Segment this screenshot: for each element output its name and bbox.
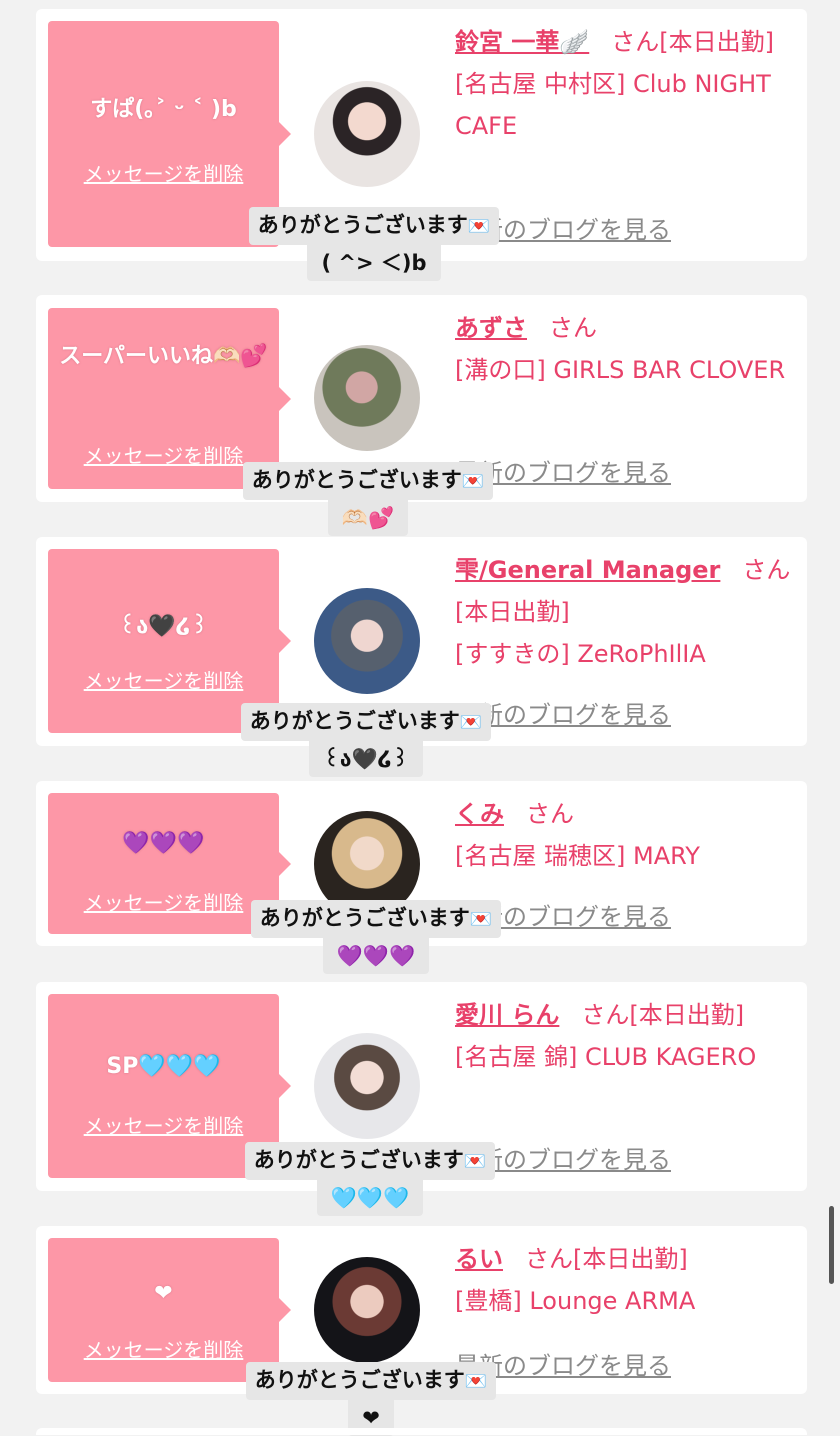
shop-info: [名古屋 中村区] Club NIGHT CAFE	[455, 70, 771, 140]
reply-bubble: ありがとうございます💌 ( ^> ＜)b	[216, 207, 532, 281]
delete-message-link[interactable]: メッセージを削除	[48, 665, 279, 694]
cast-info: くみ さん [名古屋 瑞穂区] MARY	[455, 793, 793, 877]
reply-emoji: ❤	[362, 1406, 380, 1430]
envelope-icon: 💌	[469, 909, 493, 930]
reply-text: ありがとうございます	[254, 1368, 465, 1392]
cast-name-link[interactable]: 愛川 らん	[455, 1001, 559, 1029]
cast-name-link[interactable]: くみ	[455, 800, 504, 828]
envelope-icon: 💌	[459, 712, 483, 733]
reply-emoji: 🫶🏻💕	[341, 506, 395, 530]
cast-name-link[interactable]: 雫/General Manager	[455, 556, 720, 584]
reply-bubble: ありがとうございます💌 🫶🏻💕	[210, 462, 526, 536]
cast-name-link[interactable]: るい	[455, 1245, 503, 1273]
status-line: [本日出勤]	[455, 598, 570, 626]
reply-bubble: ありがとうございます💌 ❤	[213, 1362, 529, 1436]
sent-message-text: 💜💜💜	[122, 831, 205, 856]
cast-name-link[interactable]: あずさ	[455, 314, 527, 342]
shop-info: [すすきの] ZeRoPhIlIA	[455, 640, 706, 668]
envelope-icon: 💌	[464, 1371, 488, 1392]
envelope-icon: 💌	[467, 216, 491, 237]
honorific: さん	[581, 1001, 630, 1029]
cast-info: 鈴宮 一華🪽 さん[本日出勤] [名古屋 中村区] Club NIGHT CAFE	[455, 21, 793, 147]
cast-avatar[interactable]	[314, 588, 420, 694]
honorific: さん	[742, 556, 791, 584]
reply-bubble: ありがとうございます💌 💜💜💜	[218, 900, 534, 974]
sent-message-text: ꒰ა🖤໒꒱	[118, 614, 209, 639]
reply-emoji: 🩵🩵🩵	[330, 1186, 410, 1210]
cast-info: 雫/General Manager さん [本日出勤] [すすきの] ZeRoPh…	[455, 549, 793, 675]
cast-avatar[interactable]	[314, 345, 420, 451]
honorific: さん	[525, 800, 574, 828]
delete-message-link[interactable]: メッセージを削除	[48, 1334, 279, 1363]
attendance-status: [本日出勤]	[629, 1001, 745, 1029]
message-card	[36, 1428, 807, 1435]
sent-message-box: ❤ メッセージを削除	[48, 1238, 291, 1382]
shop-info: [名古屋 瑞穂区] MARY	[455, 842, 700, 870]
honorific: さん	[549, 314, 597, 342]
scrollbar[interactable]	[829, 1206, 834, 1284]
shop-info: [溝の口] GIRLS BAR CLOVER	[455, 356, 786, 384]
reply-text: ありがとうございます	[251, 468, 462, 492]
honorific: さん	[611, 28, 660, 56]
cast-info: あずさ さん [溝の口] GIRLS BAR CLOVER	[455, 307, 793, 391]
delete-message-link[interactable]: メッセージを削除	[48, 1110, 279, 1139]
reply-text: ありがとうございます	[257, 213, 468, 237]
cast-avatar[interactable]	[314, 1033, 420, 1139]
envelope-icon: 💌	[461, 471, 485, 492]
honorific: さん	[525, 1245, 573, 1273]
sent-message-text: SP🩵🩵🩵	[106, 1054, 221, 1079]
reply-text: ありがとうございます	[249, 709, 460, 733]
cast-avatar[interactable]	[314, 81, 420, 187]
cast-avatar[interactable]	[314, 1257, 420, 1363]
delete-message-link[interactable]: メッセージを削除	[48, 158, 279, 187]
sent-message-text: ❤	[154, 1281, 173, 1306]
reply-emoji: ( ^> ＜)b	[321, 251, 427, 275]
reply-text: ありがとうございます	[253, 1148, 464, 1172]
reply-emoji: 💜💜💜	[336, 944, 416, 968]
reply-bubble: ありがとうございます💌 🩵🩵🩵	[212, 1142, 528, 1216]
attendance-status: [本日出勤]	[573, 1245, 688, 1273]
shop-info: [豊橋] Lounge ARMA	[455, 1287, 696, 1315]
reply-bubble: ありがとうございます💌 ꒰ა🖤໒꒱	[208, 703, 524, 777]
cast-name-link[interactable]: 鈴宮 一華🪽	[455, 28, 589, 56]
reply-text: ありがとうございます	[259, 906, 470, 930]
sent-message-text: すぱ(｡˃ ᵕ ˂ )b	[90, 97, 237, 122]
attendance-status: [本日出勤]	[659, 28, 774, 56]
cast-info: 愛川 らん さん[本日出勤] [名古屋 錦] CLUB KAGERO	[455, 994, 793, 1078]
cast-info: るい さん[本日出勤] [豊橋] Lounge ARMA	[455, 1238, 793, 1322]
envelope-icon: 💌	[463, 1151, 487, 1172]
shop-info: [名古屋 錦] CLUB KAGERO	[455, 1043, 757, 1071]
sent-message-text: スーパーいいね🫶🏻💕	[59, 344, 268, 369]
reply-emoji: ꒰ა🖤໒꒱	[323, 747, 409, 771]
